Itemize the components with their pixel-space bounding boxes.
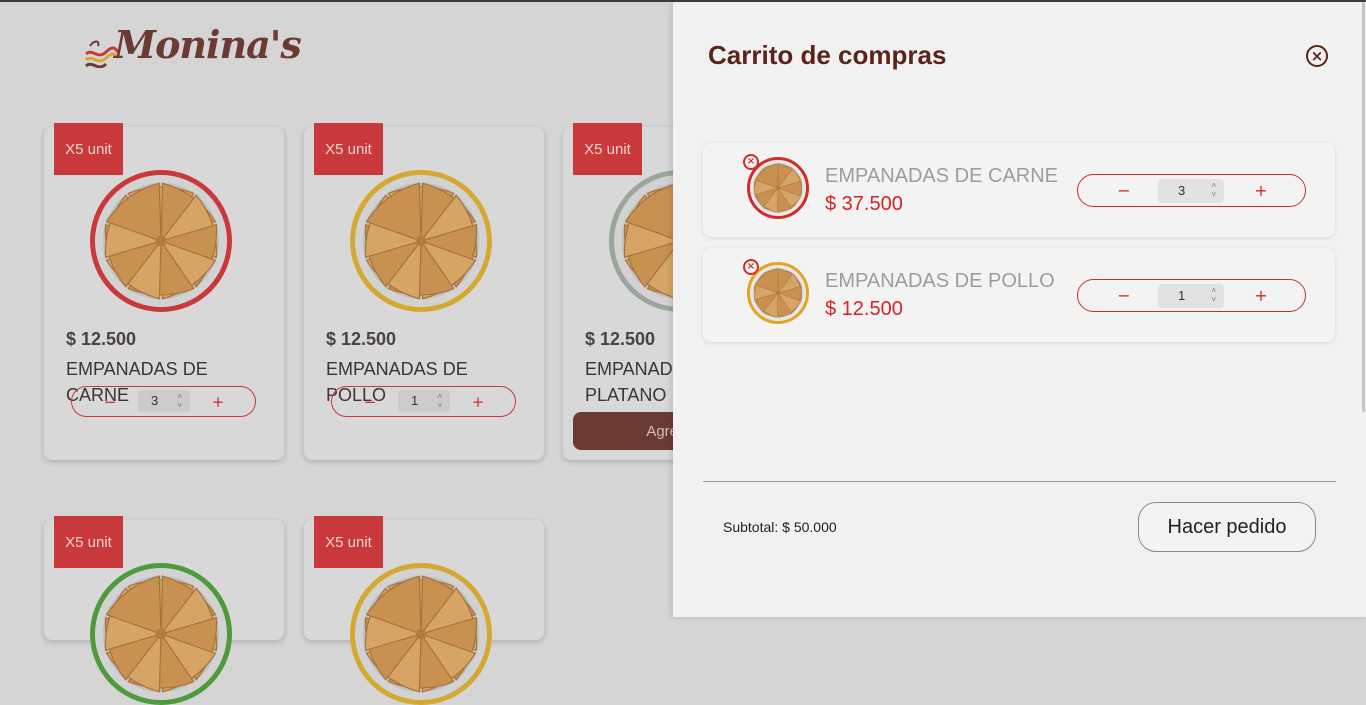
spinner-icon[interactable]: ˄ ˅	[1211, 286, 1216, 304]
unit-badge: X5 unit	[54, 123, 123, 175]
cart-subtotal: Subtotal: $ 50.000	[723, 519, 837, 535]
cart-item-name: EMPANADAS DE CARNE	[825, 165, 1059, 187]
product-price: $ 12.500	[66, 329, 137, 349]
increase-button[interactable]: +	[1243, 175, 1279, 206]
unit-badge: X5 unit	[314, 123, 383, 175]
scrollbar[interactable]	[1361, 2, 1366, 617]
spinner-icon[interactable]: ˄ ˅	[177, 392, 182, 410]
scrollbar-thumb[interactable]	[1362, 2, 1365, 412]
product-card: X5 unit $ 12.500 EMPANADAS DE CARNE − 3 …	[44, 123, 284, 460]
quantity-stepper: − 3 ˄ ˅ +	[71, 386, 256, 417]
increase-button[interactable]: +	[200, 387, 236, 416]
logo-text: Monina's	[114, 22, 302, 67]
product-card: X5 unit	[44, 516, 284, 705]
decrease-button[interactable]: −	[352, 387, 388, 416]
quantity-input[interactable]: 1 ˄ ˅	[1158, 284, 1224, 308]
product-card: X5 unit	[304, 516, 544, 705]
product-image	[90, 170, 232, 312]
remove-item-icon[interactable]: ×	[743, 259, 759, 275]
cart-divider	[703, 481, 1336, 482]
cart-item: × EMPANADAS DE POLLO $ 12.500 − 1 ˄ ˅ +	[703, 248, 1335, 342]
cart-item-price: $ 12.500	[825, 298, 903, 320]
decrease-button[interactable]: −	[92, 387, 128, 416]
top-border	[0, 0, 1366, 2]
unit-badge: X5 unit	[573, 123, 642, 175]
quantity-stepper: − 1 ˄ ˅ +	[1077, 279, 1306, 312]
place-order-button[interactable]: Hacer pedido	[1138, 502, 1316, 552]
product-image	[350, 170, 492, 312]
product-card: X5 unit $ 12.500 EMPANADAS DE POLLO − 1 …	[304, 123, 544, 460]
logo-wave-icon	[84, 40, 118, 68]
quantity-input[interactable]: 3 ˄ ˅	[138, 390, 190, 412]
unit-badge: X5 unit	[314, 516, 383, 568]
spinner-icon[interactable]: ˄ ˅	[1211, 181, 1216, 199]
remove-item-icon[interactable]: ×	[743, 154, 759, 170]
cart-item-name: EMPANADAS DE POLLO	[825, 270, 1055, 292]
quantity-value: 1	[411, 393, 419, 408]
product-price: $ 12.500	[585, 329, 656, 349]
brand-logo[interactable]: Monina's	[84, 16, 302, 76]
unit-badge: X5 unit	[54, 516, 123, 568]
product-price: $ 12.500	[326, 329, 397, 349]
product-image	[350, 563, 492, 705]
increase-button[interactable]: +	[1243, 280, 1279, 311]
close-icon[interactable]: ×	[1306, 45, 1328, 67]
quantity-value: 3	[1178, 183, 1186, 198]
quantity-input[interactable]: 3 ˄ ˅	[1158, 179, 1224, 203]
quantity-stepper: − 3 ˄ ˅ +	[1077, 174, 1306, 207]
product-image	[90, 563, 232, 705]
cart-drawer: Carrito de compras × × EMPANADAS DE CARN…	[673, 2, 1366, 617]
quantity-input[interactable]: 1 ˄ ˅	[398, 390, 450, 412]
cart-item-price: $ 37.500	[825, 193, 903, 215]
quantity-stepper: − 1 ˄ ˅ +	[331, 386, 516, 417]
quantity-value: 1	[1178, 288, 1186, 303]
decrease-button[interactable]: −	[1106, 280, 1142, 311]
spinner-icon[interactable]: ˄ ˅	[437, 392, 442, 410]
cart-item: × EMPANADAS DE CARNE $ 37.500 − 3 ˄ ˅ +	[703, 143, 1335, 237]
quantity-value: 3	[151, 393, 159, 408]
increase-button[interactable]: +	[460, 387, 496, 416]
cart-title: Carrito de compras	[708, 40, 947, 70]
decrease-button[interactable]: −	[1106, 175, 1142, 206]
